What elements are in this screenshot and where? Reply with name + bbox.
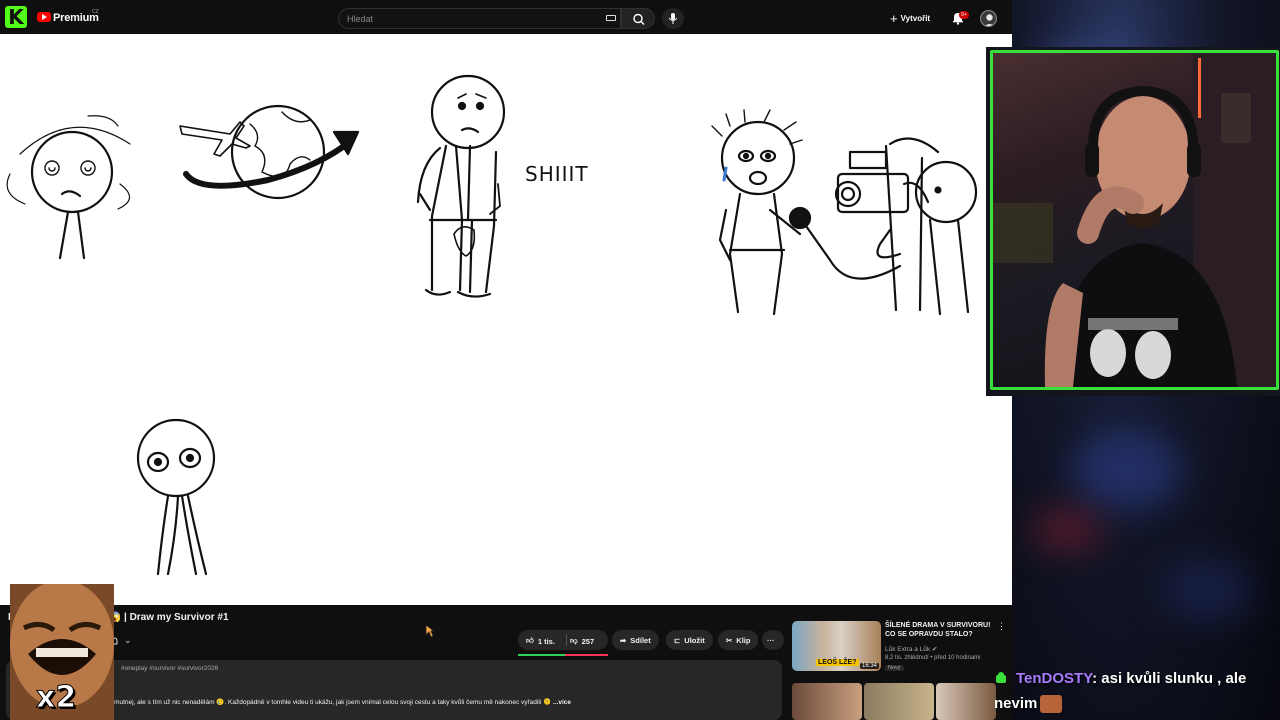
more-vert-icon[interactable]: ⋮: [997, 621, 1006, 632]
dizzy-stickman-drawing: [6, 115, 131, 260]
thumbnail-caption: LEOŠ LŽE?: [816, 659, 859, 666]
avatar-image: [981, 11, 996, 26]
webcam-feed: [990, 50, 1279, 390]
voice-search-button[interactable]: [662, 8, 684, 29]
subscriber-badge-icon: [996, 672, 1006, 683]
search-button[interactable]: [621, 8, 655, 29]
search-input[interactable]: Hledat: [347, 14, 373, 24]
chat-message: TenDOSTY: asi kvůli slunku , ale nevim: [994, 668, 1280, 720]
create-label: Vytvořit: [900, 14, 931, 23]
streamer-image: [993, 53, 1276, 387]
search-icon: [633, 13, 645, 25]
mouse-cursor-icon: [425, 624, 435, 638]
like-count: 1 tis.: [537, 636, 555, 646]
clip-button[interactable]: ✂ Klip: [718, 630, 759, 650]
microphone-icon: [668, 13, 678, 24]
youtube-logo-icon[interactable]: [37, 12, 51, 22]
recommended-video-meta: 8,2 tis. zhlédnutí • před 10 hodinami: [885, 655, 981, 661]
chat-text: : asi kvůli slunku , ale: [1092, 670, 1247, 687]
share-icon: ➦: [620, 635, 627, 645]
plus-icon: +: [890, 11, 898, 26]
bookmark-icon: ⊏: [674, 635, 681, 645]
thumbs-down-icon: 👎︎: [570, 636, 578, 645]
emote-multiplier: x2: [35, 680, 77, 716]
interview-drawing: [711, 109, 978, 316]
staring-stickman-drawing: [136, 418, 216, 576]
dislike-button[interactable]: 👎︎ 257: [570, 636, 594, 646]
save-label: Uložit: [684, 635, 705, 645]
recommended-video-title[interactable]: ŠÍLENÉ DRAMA V SURVIVORU! CO SE OPRAVDU …: [885, 621, 993, 639]
like-button[interactable]: 👍︎ 1 tis.: [526, 636, 555, 646]
share-label: Sdílet: [630, 635, 651, 645]
chat-text: nevim: [994, 695, 1038, 712]
description-tags[interactable]: #oneplay #survivor #survivor2026: [121, 665, 218, 672]
video-caption-text: SHIIIT: [525, 162, 589, 186]
like-dislike-group: 👍︎ 1 tis. 👎︎ 257: [518, 630, 608, 650]
screen: K Premium CZ Hledat + Vytvořit 9+ SHIIIT…: [0, 0, 1280, 720]
recommended-video-thumbnail[interactable]: [792, 683, 862, 720]
description-more-link[interactable]: ...více: [553, 699, 571, 706]
chat-line: TenDOSTY: asi kvůli slunku , ale: [1016, 670, 1246, 687]
video-player[interactable]: SHIIIT: [0, 34, 1012, 605]
new-badge: Nový: [885, 665, 904, 671]
dislike-count: 257: [581, 636, 595, 646]
like-ratio-fill: [518, 654, 565, 656]
verified-icon: ✔: [931, 646, 938, 653]
chevron-down-icon[interactable]: ⌄: [124, 635, 132, 646]
create-button[interactable]: + Vytvořit: [890, 10, 930, 27]
kick-logo[interactable]: K: [5, 6, 27, 28]
scissors-icon: ✂: [726, 635, 733, 645]
clip-label: Klip: [736, 635, 751, 645]
channel-name: Lůk Extra a Lůk: [885, 646, 931, 653]
embarrassed-stickman-drawing: [416, 74, 506, 298]
chat-username: TenDOSTY: [1016, 670, 1093, 687]
keyboard-icon[interactable]: [606, 15, 616, 21]
chat-emote-icon: [1040, 695, 1063, 714]
description-box[interactable]: #oneplay #survivor #survivor2026 Tak jse…: [6, 660, 782, 720]
chat-line: nevim: [994, 695, 1063, 714]
video-info-section: P... E SURVIVORU?!! 😱 | Draw my Survivor…: [0, 605, 1012, 720]
avatar[interactable]: [980, 10, 997, 27]
recommended-video-thumbnail[interactable]: [864, 683, 934, 720]
divider: [566, 634, 567, 646]
more-icon: ···: [767, 635, 775, 645]
youtube-header: K Premium CZ Hledat + Vytvořit 9+: [0, 0, 1012, 34]
country-code: CZ: [92, 9, 99, 15]
more-actions-button[interactable]: ···: [762, 630, 784, 650]
notification-badge: 9+: [959, 11, 969, 19]
save-button[interactable]: ⊏ Uložit: [666, 630, 713, 650]
globe-travel-drawing: [179, 104, 360, 200]
recommended-video-thumbnail[interactable]: [936, 683, 996, 720]
thumbs-up-icon: 👍︎: [526, 636, 534, 645]
video-frame-drawing: [6, 74, 978, 576]
recommended-video-thumbnail[interactable]: LEOŠ LŽE? 16:34: [792, 621, 881, 671]
share-button[interactable]: ➦ Sdílet: [612, 630, 659, 650]
video-duration: 16:34: [859, 663, 879, 669]
search-field[interactable]: Hledat: [338, 8, 621, 29]
recommended-channel-name[interactable]: Lůk Extra a Lůk ✔: [885, 645, 937, 653]
browser-window: K Premium CZ Hledat + Vytvořit 9+ SHIIIT…: [0, 0, 1012, 720]
